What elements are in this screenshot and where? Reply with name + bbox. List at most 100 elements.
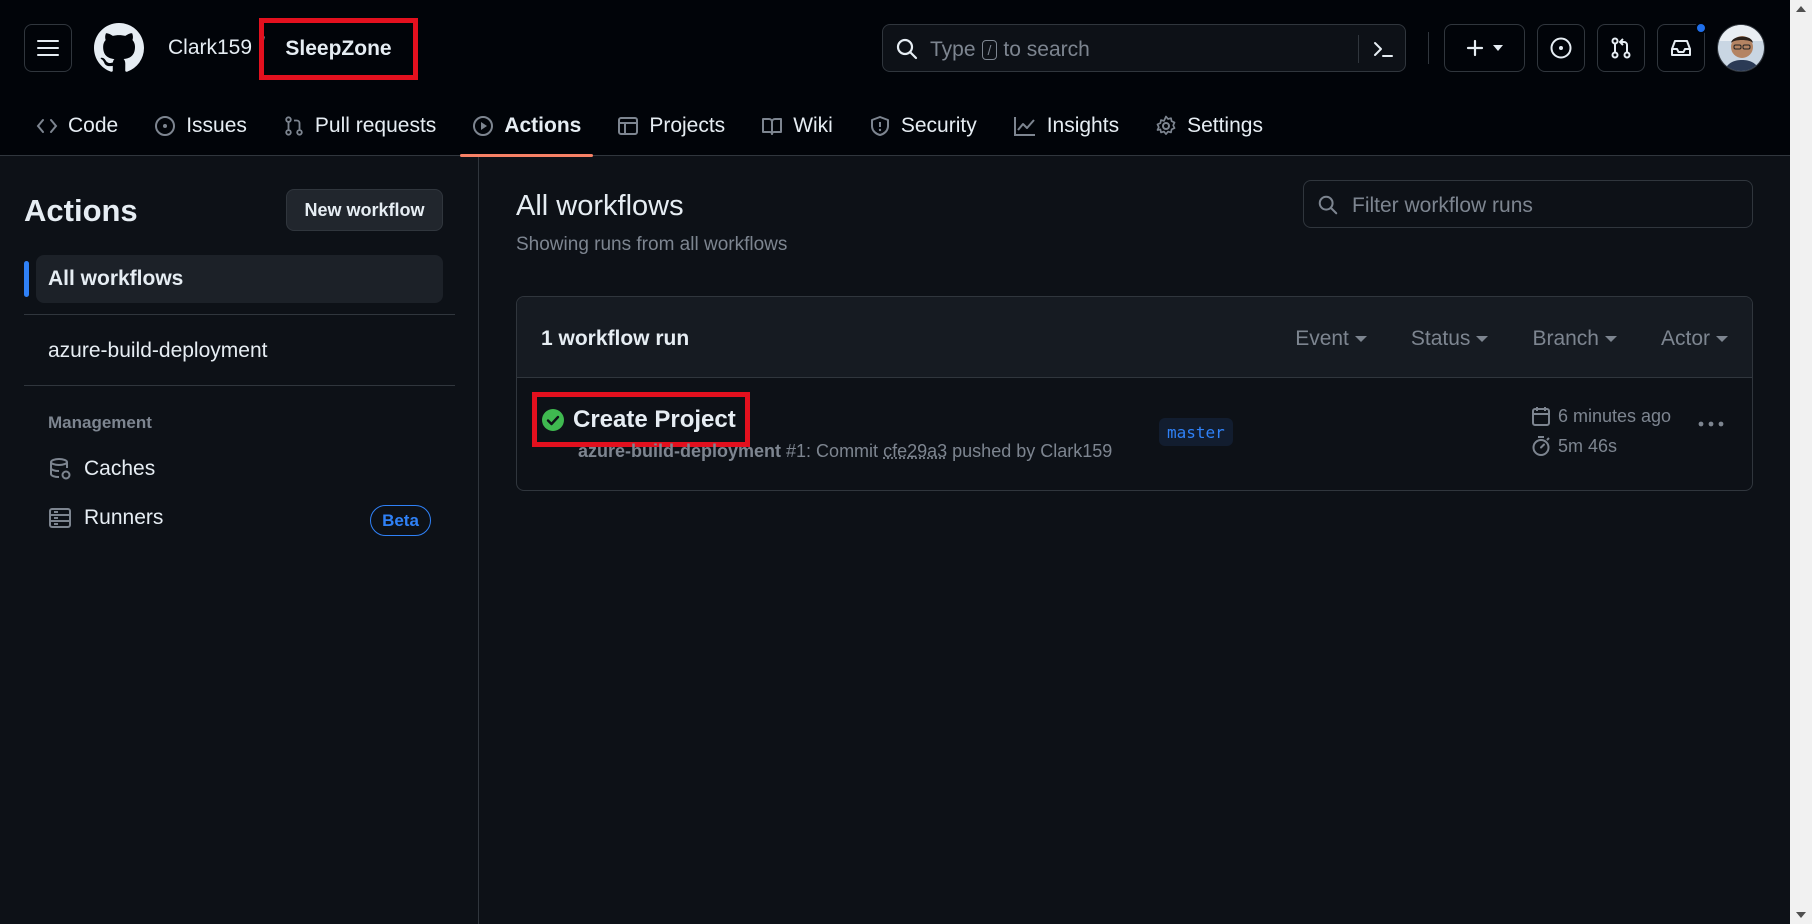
page-title: All workflows — [516, 190, 684, 222]
issue-opened-icon — [155, 116, 176, 136]
server-icon — [49, 508, 71, 528]
tab-issues[interactable]: Issues — [142, 96, 259, 156]
tab-security[interactable]: Security — [857, 96, 989, 156]
repo-name-label: SleepZone — [285, 37, 392, 60]
search-placeholder-pre: Type — [930, 38, 976, 61]
notification-indicator — [1695, 22, 1707, 34]
tab-wiki-label: Wiki — [793, 114, 833, 137]
table-row[interactable]: Create Project azure-build-deployment #1… — [517, 378, 1752, 490]
caret-down-icon — [1354, 336, 1367, 342]
calendar-icon — [1532, 407, 1550, 426]
kebab-horizontal-icon[interactable] — [1697, 420, 1725, 428]
code-icon — [36, 119, 58, 133]
filter-runs-input[interactable]: Filter workflow runs — [1303, 180, 1753, 228]
actor-filter-dropdown[interactable]: Actor — [1661, 327, 1728, 351]
tab-insights-label: Insights — [1046, 114, 1120, 137]
event-filter-dropdown[interactable]: Event — [1295, 327, 1367, 351]
runs-filters: Event Status Branch Actor — [1295, 327, 1728, 351]
sidebar-item-all-workflows[interactable]: All workflows — [36, 255, 443, 303]
repo-owner-link[interactable]: Clark159 — [168, 36, 252, 60]
header: Clark159 / SleepZone Type / to search Co… — [0, 0, 1790, 157]
search-icon — [1318, 195, 1338, 215]
status-filter-dropdown[interactable]: Status — [1411, 327, 1489, 351]
branch-label[interactable]: master — [1159, 418, 1233, 446]
check-circle-fill-icon — [542, 408, 564, 431]
search-placeholder-post: to search — [1003, 38, 1090, 61]
tab-projects[interactable]: Projects — [605, 96, 737, 156]
caret-down-icon — [1604, 336, 1617, 342]
run-time-ago: 6 minutes ago — [1530, 405, 1671, 427]
book-icon — [762, 118, 783, 135]
actor-filter-label: Actor — [1660, 327, 1710, 350]
filter-placeholder: Filter workflow runs — [1352, 194, 1533, 217]
header-divider — [1428, 32, 1429, 64]
branch-filter-label: Branch — [1532, 327, 1599, 350]
tab-actions[interactable]: Actions — [460, 96, 594, 157]
sidebar-divider — [24, 385, 455, 386]
sidebar-item-runners-label: Runners — [84, 506, 164, 529]
branch-filter-dropdown[interactable]: Branch — [1532, 327, 1617, 351]
git-pull-request-icon — [1611, 37, 1631, 59]
issues-button[interactable] — [1537, 24, 1585, 72]
run-pushed-by: pushed by Clark159 — [952, 441, 1113, 461]
tab-code-label: Code — [68, 114, 119, 137]
avatar[interactable] — [1717, 24, 1765, 72]
triangle-down-icon — [1492, 45, 1503, 51]
commit-sha-link[interactable]: cfe29a3 — [883, 441, 947, 461]
sidebar-item-caches-label: Caches — [84, 457, 156, 480]
tab-settings[interactable]: Settings — [1143, 96, 1275, 156]
tab-insights[interactable]: Insights — [1001, 96, 1131, 156]
inbox-icon — [1671, 40, 1691, 56]
menu-button[interactable] — [24, 24, 72, 72]
run-duration-label: 5m 46s — [1558, 435, 1618, 456]
sidebar-item-runners[interactable]: Runners — [48, 506, 163, 530]
sidebar-divider — [24, 314, 455, 315]
caret-down-icon — [1716, 336, 1728, 342]
pull-requests-button[interactable] — [1597, 24, 1645, 72]
search-icon — [896, 38, 918, 60]
scroll-up-icon[interactable] — [1796, 6, 1806, 12]
command-palette-icon[interactable] — [1371, 37, 1395, 61]
actions-sidebar: Actions New workflow All workflows azure… — [0, 157, 479, 924]
play-icon — [473, 116, 494, 136]
tab-code[interactable]: Code — [24, 96, 130, 156]
stopwatch-icon — [1532, 436, 1550, 456]
run-time-ago-label: 6 minutes ago — [1558, 405, 1672, 426]
tab-pull-requests[interactable]: Pull requests — [271, 96, 448, 156]
tab-wiki[interactable]: Wiki — [749, 96, 845, 156]
page-subtitle: Showing runs from all workflows — [516, 234, 788, 255]
sidebar-title: Actions — [24, 193, 138, 228]
tab-projects-label: Projects — [649, 114, 726, 137]
runs-header: 1 workflow run Event Status Branch Actor — [517, 297, 1752, 378]
search-placeholder: Type / to search — [930, 38, 1090, 62]
git-pull-request-icon — [285, 116, 303, 136]
sidebar-item-caches[interactable]: Caches — [48, 457, 155, 481]
run-duration: 5m 46s — [1530, 435, 1617, 457]
database-icon — [50, 458, 71, 480]
run-workflow-name: azure-build-deployment — [578, 441, 782, 461]
new-workflow-button[interactable]: New workflow — [286, 189, 443, 231]
management-heading: Management — [48, 413, 152, 432]
sidebar-item-workflow[interactable]: azure-build-deployment — [48, 339, 267, 363]
scroll-down-icon[interactable] — [1796, 912, 1806, 918]
repo-name-link[interactable]: SleepZone — [259, 18, 418, 80]
top-bar: Clark159 / SleepZone Type / to search — [0, 0, 1790, 96]
create-new-button[interactable] — [1444, 24, 1525, 72]
caret-down-icon — [1476, 336, 1489, 342]
tab-issues-label: Issues — [186, 114, 247, 137]
run-title: Create Project — [573, 405, 736, 433]
search-input[interactable]: Type / to search — [882, 24, 1406, 72]
tab-pull-requests-label: Pull requests — [314, 114, 437, 137]
plus-icon — [1466, 39, 1483, 57]
run-number-label: #1: Commit — [786, 441, 879, 461]
tab-actions-label: Actions — [504, 114, 582, 137]
shield-icon — [870, 116, 889, 136]
graph-icon — [1013, 117, 1035, 136]
repo-nav: Code Issues Pull requests Actions Projec… — [24, 96, 1287, 157]
hamburger-icon — [37, 40, 59, 56]
page-scrollbar[interactable] — [1790, 0, 1812, 924]
search-divider — [1358, 35, 1359, 63]
run-title-link[interactable]: Create Project — [532, 392, 750, 447]
github-logo-icon[interactable] — [94, 23, 144, 73]
workflow-runs-table: 1 workflow run Event Status Branch Actor… — [516, 296, 1753, 491]
